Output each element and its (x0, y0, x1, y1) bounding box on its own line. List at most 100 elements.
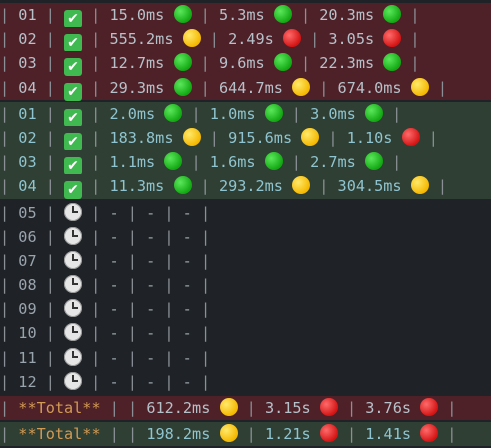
column-separator: | (0, 300, 19, 319)
column-separator: | (191, 251, 220, 270)
column-separator: | (337, 425, 366, 444)
timing-value: 2.0ms (109, 104, 156, 123)
yellow-circle-icon (410, 77, 429, 96)
column-separator: | (82, 54, 110, 73)
column-separator: | (0, 78, 19, 97)
table-row: | 03 | ✔ | 12.7ms | 9.6ms | 22.3ms | (0, 51, 491, 77)
column-separator: | (0, 276, 19, 295)
table-row: | 06 | | - | - | - | (0, 225, 491, 249)
total-label: **Total** (18, 425, 101, 444)
timing-value: 1.10s (346, 128, 393, 147)
column-separator: | (82, 128, 110, 147)
timing-value: 1.0ms (209, 104, 256, 123)
column-separator: | (82, 203, 110, 222)
green-circle-icon (173, 77, 192, 96)
timing-value: - (182, 300, 192, 319)
column-separator: | (118, 300, 147, 319)
table-row: | 10 | | - | - | - | (0, 321, 491, 345)
column-separator: | (82, 6, 110, 24)
column-separator: | (36, 348, 65, 367)
timing-value: - (109, 372, 119, 391)
timing-value: - (109, 276, 119, 295)
column-separator: | (382, 104, 411, 123)
column-separator: | (36, 227, 65, 246)
row-number: 01 (18, 104, 37, 123)
green-circle-icon (383, 5, 402, 23)
timing-value: 612.2ms (146, 399, 211, 417)
timing-value: - (182, 203, 192, 222)
timing-value: 11.3ms (109, 177, 165, 196)
total-label: **Total** (18, 399, 101, 417)
column-separator: | (200, 30, 229, 49)
row-number: 02 (18, 128, 37, 147)
column-separator: | (155, 324, 183, 343)
timing-value: 555.2ms (109, 30, 174, 49)
timing-value: - (109, 251, 119, 270)
column-separator: | (0, 425, 19, 444)
timing-value: - (182, 372, 192, 391)
row-number: 02 (18, 30, 37, 49)
column-separator: | (191, 227, 220, 246)
timing-value: - (146, 324, 156, 343)
column-separator: | (118, 227, 147, 246)
column-separator: | (155, 227, 183, 246)
timing-value: 1.6ms (209, 153, 256, 172)
row-number: 06 (18, 227, 37, 246)
column-separator: | (337, 399, 366, 417)
yellow-circle-icon (292, 77, 311, 96)
timing-value: 183.8ms (109, 128, 174, 147)
column-separator: | (419, 128, 447, 147)
column-separator: | (310, 78, 338, 97)
column-separator: | (0, 54, 19, 73)
column-separator: | (82, 104, 110, 123)
timing-value: 20.3ms (319, 6, 375, 24)
column-separator: | (191, 348, 220, 367)
timing-value: - (109, 300, 119, 319)
column-separator: | (438, 425, 466, 444)
column-separator: | (82, 30, 110, 49)
timing-value: - (182, 324, 192, 343)
timing-value: 3.0ms (310, 104, 356, 123)
column-separator: | (36, 30, 65, 49)
timing-value: 3.15s (264, 399, 311, 417)
column-separator: | (118, 372, 147, 391)
timing-value: 304.5ms (337, 177, 402, 196)
column-separator: | (282, 104, 311, 123)
clock-icon (64, 347, 83, 366)
green-circle-icon (164, 152, 183, 171)
column-separator: | (118, 324, 147, 343)
row-number: 03 (18, 153, 37, 172)
column-separator: | (191, 276, 220, 295)
green-circle-icon (264, 152, 283, 171)
column-separator: | (36, 6, 65, 24)
row-number: 08 (18, 276, 37, 295)
column-separator: | (438, 399, 466, 417)
column-separator: | (118, 203, 147, 222)
check-mark-button-icon: ✔ (64, 181, 83, 200)
table-row: | 09 | | - | - | - | (0, 297, 491, 321)
column-separator: | (155, 300, 183, 319)
column-separator: | (155, 203, 183, 222)
column-separator: | (36, 276, 65, 295)
column-separator: | (182, 104, 210, 123)
row-number: 04 (18, 78, 37, 97)
timing-value: - (146, 203, 156, 222)
table-row: | 08 | | - | - | - | (0, 273, 491, 297)
table-row: | 02 | ✔ | 555.2ms | 2.49s | 3.05s | (0, 27, 491, 53)
red-circle-icon (319, 398, 338, 416)
green-circle-icon (173, 5, 192, 23)
column-separator: | (36, 251, 65, 270)
